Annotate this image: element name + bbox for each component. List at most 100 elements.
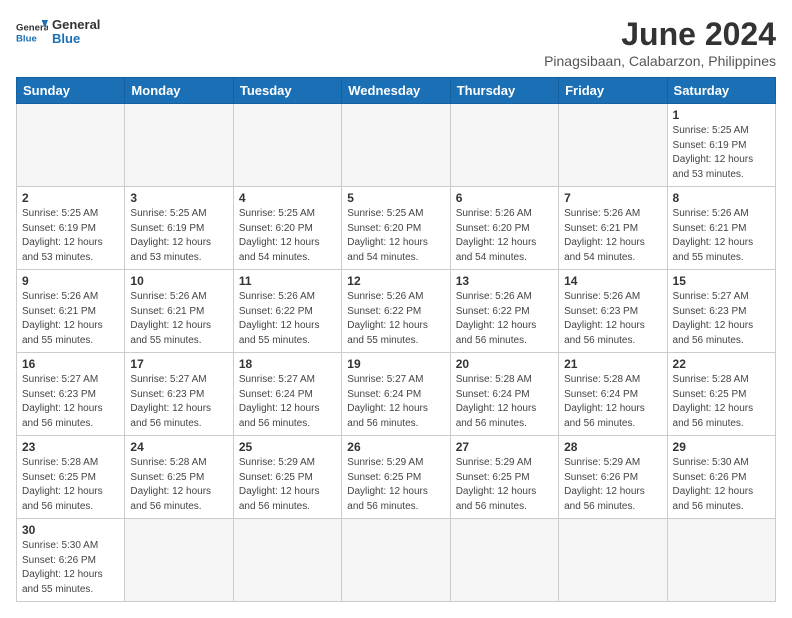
day-number: 23 <box>22 440 119 454</box>
calendar-cell: 17Sunrise: 5:27 AM Sunset: 6:23 PM Dayli… <box>125 353 233 436</box>
location-subtitle: Pinagsibaan, Calabarzon, Philippines <box>544 53 776 69</box>
calendar-title: June 2024 <box>544 16 776 53</box>
day-info: Sunrise: 5:25 AM Sunset: 6:19 PM Dayligh… <box>130 207 227 265</box>
day-number: 11 <box>239 274 336 288</box>
day-number: 15 <box>673 274 770 288</box>
day-header-tuesday: Tuesday <box>233 78 341 104</box>
calendar-cell <box>342 519 450 602</box>
calendar-cell: 20 Sunrise: 5:28 AM Sunset: 6:24 PM Dayli… <box>450 353 558 436</box>
calendar-cell: 9 Sunrise: 5:26 AM Sunset: 6:21 PM Daylig… <box>17 270 125 353</box>
day-info: Sunrise: 5:25 AM Sunset: 6:19 PM Dayligh… <box>673 124 770 182</box>
calendar-cell: 25Sunrise: 5:29 AM Sunset: 6:25 PM Dayli… <box>233 436 341 519</box>
calendar-cell <box>342 104 450 187</box>
day-number: 30 <box>22 523 119 537</box>
calendar-table: SundayMondayTuesdayWednesdayThursdayFrid… <box>16 77 776 602</box>
day-info: Sunrise: 5:30 AM Sunset: 6:26 PM Dayligh… <box>673 456 770 514</box>
calendar-cell: 5Sunrise: 5:25 AM Sunset: 6:20 PM Daylig… <box>342 187 450 270</box>
day-info: Sunrise: 5:25 AM Sunset: 6:20 PM Dayligh… <box>239 207 336 265</box>
calendar-cell: 23Sunrise: 5:28 AM Sunset: 6:25 PM Dayli… <box>17 436 125 519</box>
day-info: Sunrise: 5:26 AM Sunset: 6:21 PM Dayligh… <box>22 290 119 348</box>
day-info: Sunrise: 5:26 AM Sunset: 6:22 PM Dayligh… <box>456 290 553 348</box>
day-number: 16 <box>22 357 119 371</box>
day-number: 29 <box>673 440 770 454</box>
calendar-cell: 4Sunrise: 5:25 AM Sunset: 6:20 PM Daylig… <box>233 187 341 270</box>
calendar-cell: 2 Sunrise: 5:25 AM Sunset: 6:19 PM Daylig… <box>17 187 125 270</box>
day-info: Sunrise: 5:29 AM Sunset: 6:26 PM Dayligh… <box>564 456 661 514</box>
day-info: Sunrise: 5:27 AM Sunset: 6:24 PM Dayligh… <box>347 373 444 431</box>
svg-text:General: General <box>16 22 48 33</box>
day-number: 17 <box>130 357 227 371</box>
day-number: 12 <box>347 274 444 288</box>
day-number: 3 <box>130 191 227 205</box>
day-number: 18 <box>239 357 336 371</box>
calendar-cell <box>559 519 667 602</box>
calendar-cell <box>17 104 125 187</box>
calendar-cell: 12Sunrise: 5:26 AM Sunset: 6:22 PM Dayli… <box>342 270 450 353</box>
day-info: Sunrise: 5:26 AM Sunset: 6:21 PM Dayligh… <box>130 290 227 348</box>
calendar-cell: 7Sunrise: 5:26 AM Sunset: 6:21 PM Daylig… <box>559 187 667 270</box>
day-info: Sunrise: 5:27 AM Sunset: 6:23 PM Dayligh… <box>22 373 119 431</box>
calendar-cell: 15 Sunrise: 5:27 AM Sunset: 6:23 PM Dayli… <box>667 270 775 353</box>
day-info: Sunrise: 5:29 AM Sunset: 6:25 PM Dayligh… <box>456 456 553 514</box>
day-info: Sunrise: 5:27 AM Sunset: 6:23 PM Dayligh… <box>673 290 770 348</box>
calendar-cell <box>450 104 558 187</box>
calendar-cell <box>125 104 233 187</box>
day-info: Sunrise: 5:25 AM Sunset: 6:19 PM Dayligh… <box>22 207 119 265</box>
calendar-cell: 18 Sunrise: 5:27 AM Sunset: 6:24 PM Dayli… <box>233 353 341 436</box>
day-number: 21 <box>564 357 661 371</box>
calendar-cell: 6Sunrise: 5:26 AM Sunset: 6:20 PM Daylig… <box>450 187 558 270</box>
day-number: 7 <box>564 191 661 205</box>
calendar-cell <box>559 104 667 187</box>
day-number: 26 <box>347 440 444 454</box>
day-number: 10 <box>130 274 227 288</box>
day-info: Sunrise: 5:26 AM Sunset: 6:22 PM Dayligh… <box>239 290 336 348</box>
calendar-cell: 16 Sunrise: 5:27 AM Sunset: 6:23 PM Dayli… <box>17 353 125 436</box>
calendar-cell: 30Sunrise: 5:30 AM Sunset: 6:26 PM Dayli… <box>17 519 125 602</box>
day-number: 9 <box>22 274 119 288</box>
page-header: General Blue General Blue June 2024 Pina… <box>16 16 776 69</box>
day-number: 27 <box>456 440 553 454</box>
week-row-2: 2 Sunrise: 5:25 AM Sunset: 6:19 PM Daylig… <box>17 187 776 270</box>
day-header-sunday: Sunday <box>17 78 125 104</box>
day-number: 8 <box>673 191 770 205</box>
day-header-saturday: Saturday <box>667 78 775 104</box>
day-info: Sunrise: 5:29 AM Sunset: 6:25 PM Dayligh… <box>347 456 444 514</box>
day-info: Sunrise: 5:28 AM Sunset: 6:24 PM Dayligh… <box>564 373 661 431</box>
logo-icon: General Blue <box>16 16 48 48</box>
calendar-cell: 14 Sunrise: 5:26 AM Sunset: 6:23 PM Dayli… <box>559 270 667 353</box>
logo-general-text: General <box>52 18 100 32</box>
day-info: Sunrise: 5:26 AM Sunset: 6:21 PM Dayligh… <box>673 207 770 265</box>
day-number: 13 <box>456 274 553 288</box>
day-info: Sunrise: 5:25 AM Sunset: 6:20 PM Dayligh… <box>347 207 444 265</box>
calendar-cell: 13 Sunrise: 5:26 AM Sunset: 6:22 PM Dayli… <box>450 270 558 353</box>
week-row-4: 16 Sunrise: 5:27 AM Sunset: 6:23 PM Dayli… <box>17 353 776 436</box>
week-row-3: 9 Sunrise: 5:26 AM Sunset: 6:21 PM Daylig… <box>17 270 776 353</box>
calendar-cell: 29 Sunrise: 5:30 AM Sunset: 6:26 PM Dayli… <box>667 436 775 519</box>
title-block: June 2024 Pinagsibaan, Calabarzon, Phili… <box>544 16 776 69</box>
day-info: Sunrise: 5:28 AM Sunset: 6:25 PM Dayligh… <box>130 456 227 514</box>
day-number: 2 <box>22 191 119 205</box>
days-header-row: SundayMondayTuesdayWednesdayThursdayFrid… <box>17 78 776 104</box>
calendar-cell <box>125 519 233 602</box>
calendar-cell: 24Sunrise: 5:28 AM Sunset: 6:25 PM Dayli… <box>125 436 233 519</box>
day-number: 14 <box>564 274 661 288</box>
day-number: 6 <box>456 191 553 205</box>
calendar-cell: 27 Sunrise: 5:29 AM Sunset: 6:25 PM Dayli… <box>450 436 558 519</box>
logo: General Blue General Blue <box>16 16 100 48</box>
calendar-cell: 10 Sunrise: 5:26 AM Sunset: 6:21 PM Dayli… <box>125 270 233 353</box>
calendar-cell: 22Sunrise: 5:28 AM Sunset: 6:25 PM Dayli… <box>667 353 775 436</box>
calendar-cell: 28 Sunrise: 5:29 AM Sunset: 6:26 PM Dayli… <box>559 436 667 519</box>
logo-blue-text: Blue <box>52 32 100 46</box>
day-number: 28 <box>564 440 661 454</box>
day-info: Sunrise: 5:28 AM Sunset: 6:24 PM Dayligh… <box>456 373 553 431</box>
day-info: Sunrise: 5:29 AM Sunset: 6:25 PM Dayligh… <box>239 456 336 514</box>
calendar-cell <box>233 104 341 187</box>
svg-text:Blue: Blue <box>16 34 37 45</box>
calendar-cell: 26 Sunrise: 5:29 AM Sunset: 6:25 PM Dayli… <box>342 436 450 519</box>
calendar-cell <box>450 519 558 602</box>
day-number: 20 <box>456 357 553 371</box>
day-number: 22 <box>673 357 770 371</box>
calendar-cell: 19Sunrise: 5:27 AM Sunset: 6:24 PM Dayli… <box>342 353 450 436</box>
day-info: Sunrise: 5:27 AM Sunset: 6:24 PM Dayligh… <box>239 373 336 431</box>
day-info: Sunrise: 5:26 AM Sunset: 6:23 PM Dayligh… <box>564 290 661 348</box>
